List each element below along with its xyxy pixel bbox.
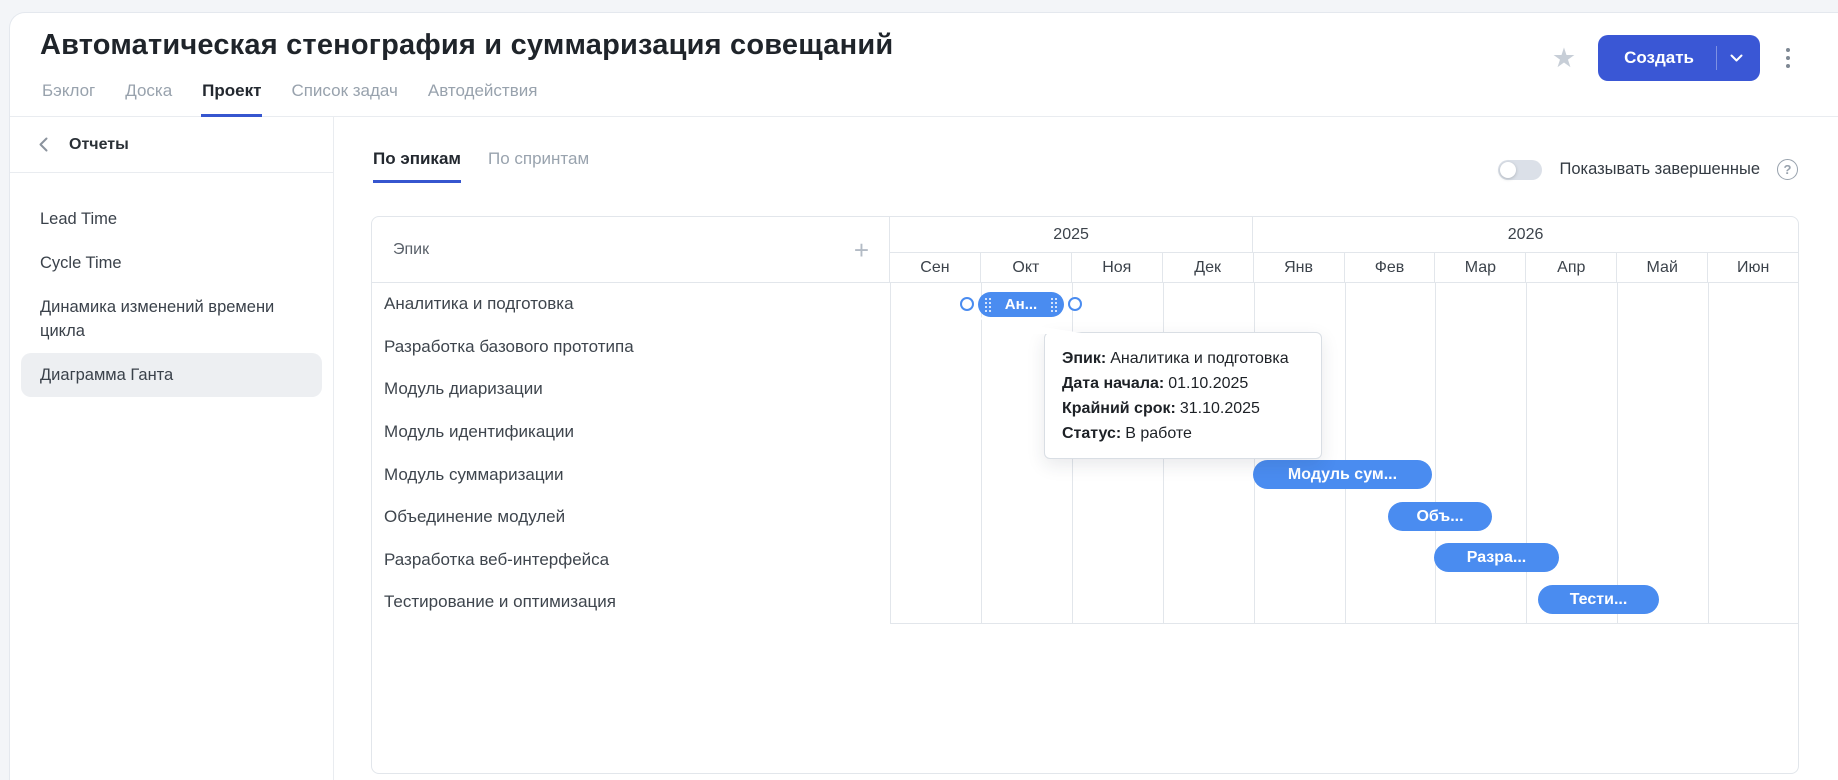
- gantt-bar-analytics[interactable]: Ан...: [978, 292, 1064, 317]
- toggle-knob: [1500, 162, 1516, 178]
- year-2025: 2025: [890, 217, 1253, 252]
- gantt-bar-label: Модуль сум...: [1288, 466, 1397, 484]
- month-cell: Май: [1616, 253, 1707, 282]
- tooltip-row: Эпик:Аналитика и подготовка: [1062, 346, 1304, 371]
- chevron-left-icon[interactable]: [39, 137, 48, 152]
- month-cell: Янв: [1253, 253, 1344, 282]
- sidebar-items: Lead Time Cycle Time Динамика изменений …: [10, 173, 333, 397]
- epic-row-label: Модуль диаризации: [372, 368, 890, 411]
- month-cell: Июн: [1707, 253, 1798, 282]
- drag-handle-icon[interactable]: [1051, 298, 1057, 312]
- epic-tooltip: Эпик:Аналитика и подготовка Дата начала:…: [1044, 332, 1322, 459]
- month-cell: Окт: [980, 253, 1071, 282]
- epic-row-label: Разработка веб-интерфейса: [372, 539, 890, 582]
- epic-row-label: Модуль идентификации: [372, 411, 890, 454]
- timeline-header: 2025 2026 Сен Окт Ноя Дек Янв Фев Мар Ап…: [890, 217, 1798, 282]
- sidebar-item-cycle-time[interactable]: Cycle Time: [21, 241, 322, 285]
- month-cell: Сен: [890, 253, 980, 282]
- timeline-grid: [890, 283, 1799, 624]
- show-completed-toggle[interactable]: [1498, 160, 1542, 180]
- month-row: Сен Окт Ноя Дек Янв Фев Мар Апр Май Июн: [890, 252, 1798, 282]
- gantt-bar-label: Тести...: [1570, 591, 1628, 609]
- sidebar-item-lead-time[interactable]: Lead Time: [21, 197, 322, 241]
- sidebar-title: Отчеты: [69, 136, 129, 154]
- gantt-bar-testing[interactable]: Тести...: [1538, 585, 1659, 614]
- tooltip-row: Дата начала:01.10.2025: [1062, 371, 1304, 396]
- tooltip-row: Статус:В работе: [1062, 421, 1304, 446]
- view-tabs: По эпикам По спринтам: [373, 149, 589, 183]
- tab-task-list[interactable]: Список задач: [290, 81, 398, 117]
- epic-column-title: Эпик: [393, 241, 429, 259]
- sidebar-item-cycle-dynamics[interactable]: Динамика изменений времени цикла: [21, 285, 322, 353]
- epic-row-label: Аналитика и подготовка: [372, 283, 890, 326]
- kebab-menu-icon[interactable]: [1782, 42, 1794, 74]
- help-icon[interactable]: ?: [1777, 159, 1798, 180]
- gantt-bar-label: Ан...: [1005, 296, 1037, 313]
- epic-row-label: Объединение модулей: [372, 496, 890, 539]
- bar-resize-handle-left[interactable]: [960, 297, 974, 311]
- project-tabs: Бэклог Доска Проект Список задач Автодей…: [41, 81, 538, 117]
- gantt-toolbar: Показывать завершенные ?: [1498, 159, 1798, 180]
- gantt-header: Эпик + 2025 2026 Сен Окт Ноя Дек Янв Фев: [372, 217, 1798, 283]
- epic-row-label: Тестирование и оптимизация: [372, 581, 890, 624]
- app-panel: Автоматическая стенография и суммаризаци…: [9, 12, 1838, 780]
- tab-autoactions[interactable]: Автодействия: [427, 81, 539, 117]
- gantt-bar-label: Разра...: [1467, 549, 1527, 567]
- month-cell: Дек: [1162, 253, 1253, 282]
- month-cell: Фев: [1344, 253, 1435, 282]
- tab-by-epics[interactable]: По эпикам: [373, 149, 461, 183]
- gantt-chart: Эпик + 2025 2026 Сен Окт Ноя Дек Янв Фев: [371, 216, 1799, 774]
- month-cell: Ноя: [1071, 253, 1162, 282]
- main-area: По эпикам По спринтам Показывать заверше…: [334, 117, 1838, 780]
- tab-backlog[interactable]: Бэклог: [41, 81, 96, 117]
- epic-column-header: Эпик +: [372, 217, 890, 282]
- gantt-bar-integration[interactable]: Объ...: [1388, 502, 1492, 531]
- bar-resize-handle-right[interactable]: [1068, 297, 1082, 311]
- gantt-bar-web-interface[interactable]: Разра...: [1434, 543, 1559, 572]
- star-icon[interactable]: ★: [1552, 45, 1576, 72]
- sidebar-item-gantt[interactable]: Диаграмма Ганта: [21, 353, 322, 397]
- show-completed-label: Показывать завершенные: [1559, 160, 1760, 179]
- tab-by-sprints[interactable]: По спринтам: [488, 149, 589, 183]
- tooltip-row: Крайний срок:31.10.2025: [1062, 396, 1304, 421]
- gantt-bar-label: Объ...: [1416, 508, 1463, 526]
- page-header: Автоматическая стенография и суммаризаци…: [10, 13, 1838, 117]
- drag-handle-icon[interactable]: [985, 298, 991, 312]
- add-epic-icon[interactable]: +: [854, 240, 869, 260]
- header-actions: ★ Создать: [1552, 35, 1794, 81]
- epic-row-label: Модуль суммаризации: [372, 453, 890, 496]
- page-title: Автоматическая стенография и суммаризаци…: [40, 29, 893, 62]
- create-button-label: Создать: [1598, 48, 1716, 68]
- year-row: 2025 2026: [890, 217, 1798, 252]
- gantt-bar-summarization[interactable]: Модуль сум...: [1253, 460, 1432, 489]
- chevron-down-icon[interactable]: [1717, 54, 1760, 62]
- month-cell: Мар: [1434, 253, 1525, 282]
- create-button[interactable]: Создать: [1598, 35, 1760, 81]
- tab-board[interactable]: Доска: [124, 81, 173, 117]
- reports-sidebar: Отчеты Lead Time Cycle Time Динамика изм…: [10, 117, 334, 780]
- gantt-body: Аналитика и подготовка Разработка базово…: [372, 283, 1798, 774]
- epic-list: Аналитика и подготовка Разработка базово…: [372, 283, 890, 624]
- reports-back-header[interactable]: Отчеты: [10, 117, 333, 173]
- epic-row-label: Разработка базового прототипа: [372, 326, 890, 369]
- month-cell: Апр: [1525, 253, 1616, 282]
- tab-project[interactable]: Проект: [201, 81, 262, 117]
- year-2026: 2026: [1253, 217, 1798, 252]
